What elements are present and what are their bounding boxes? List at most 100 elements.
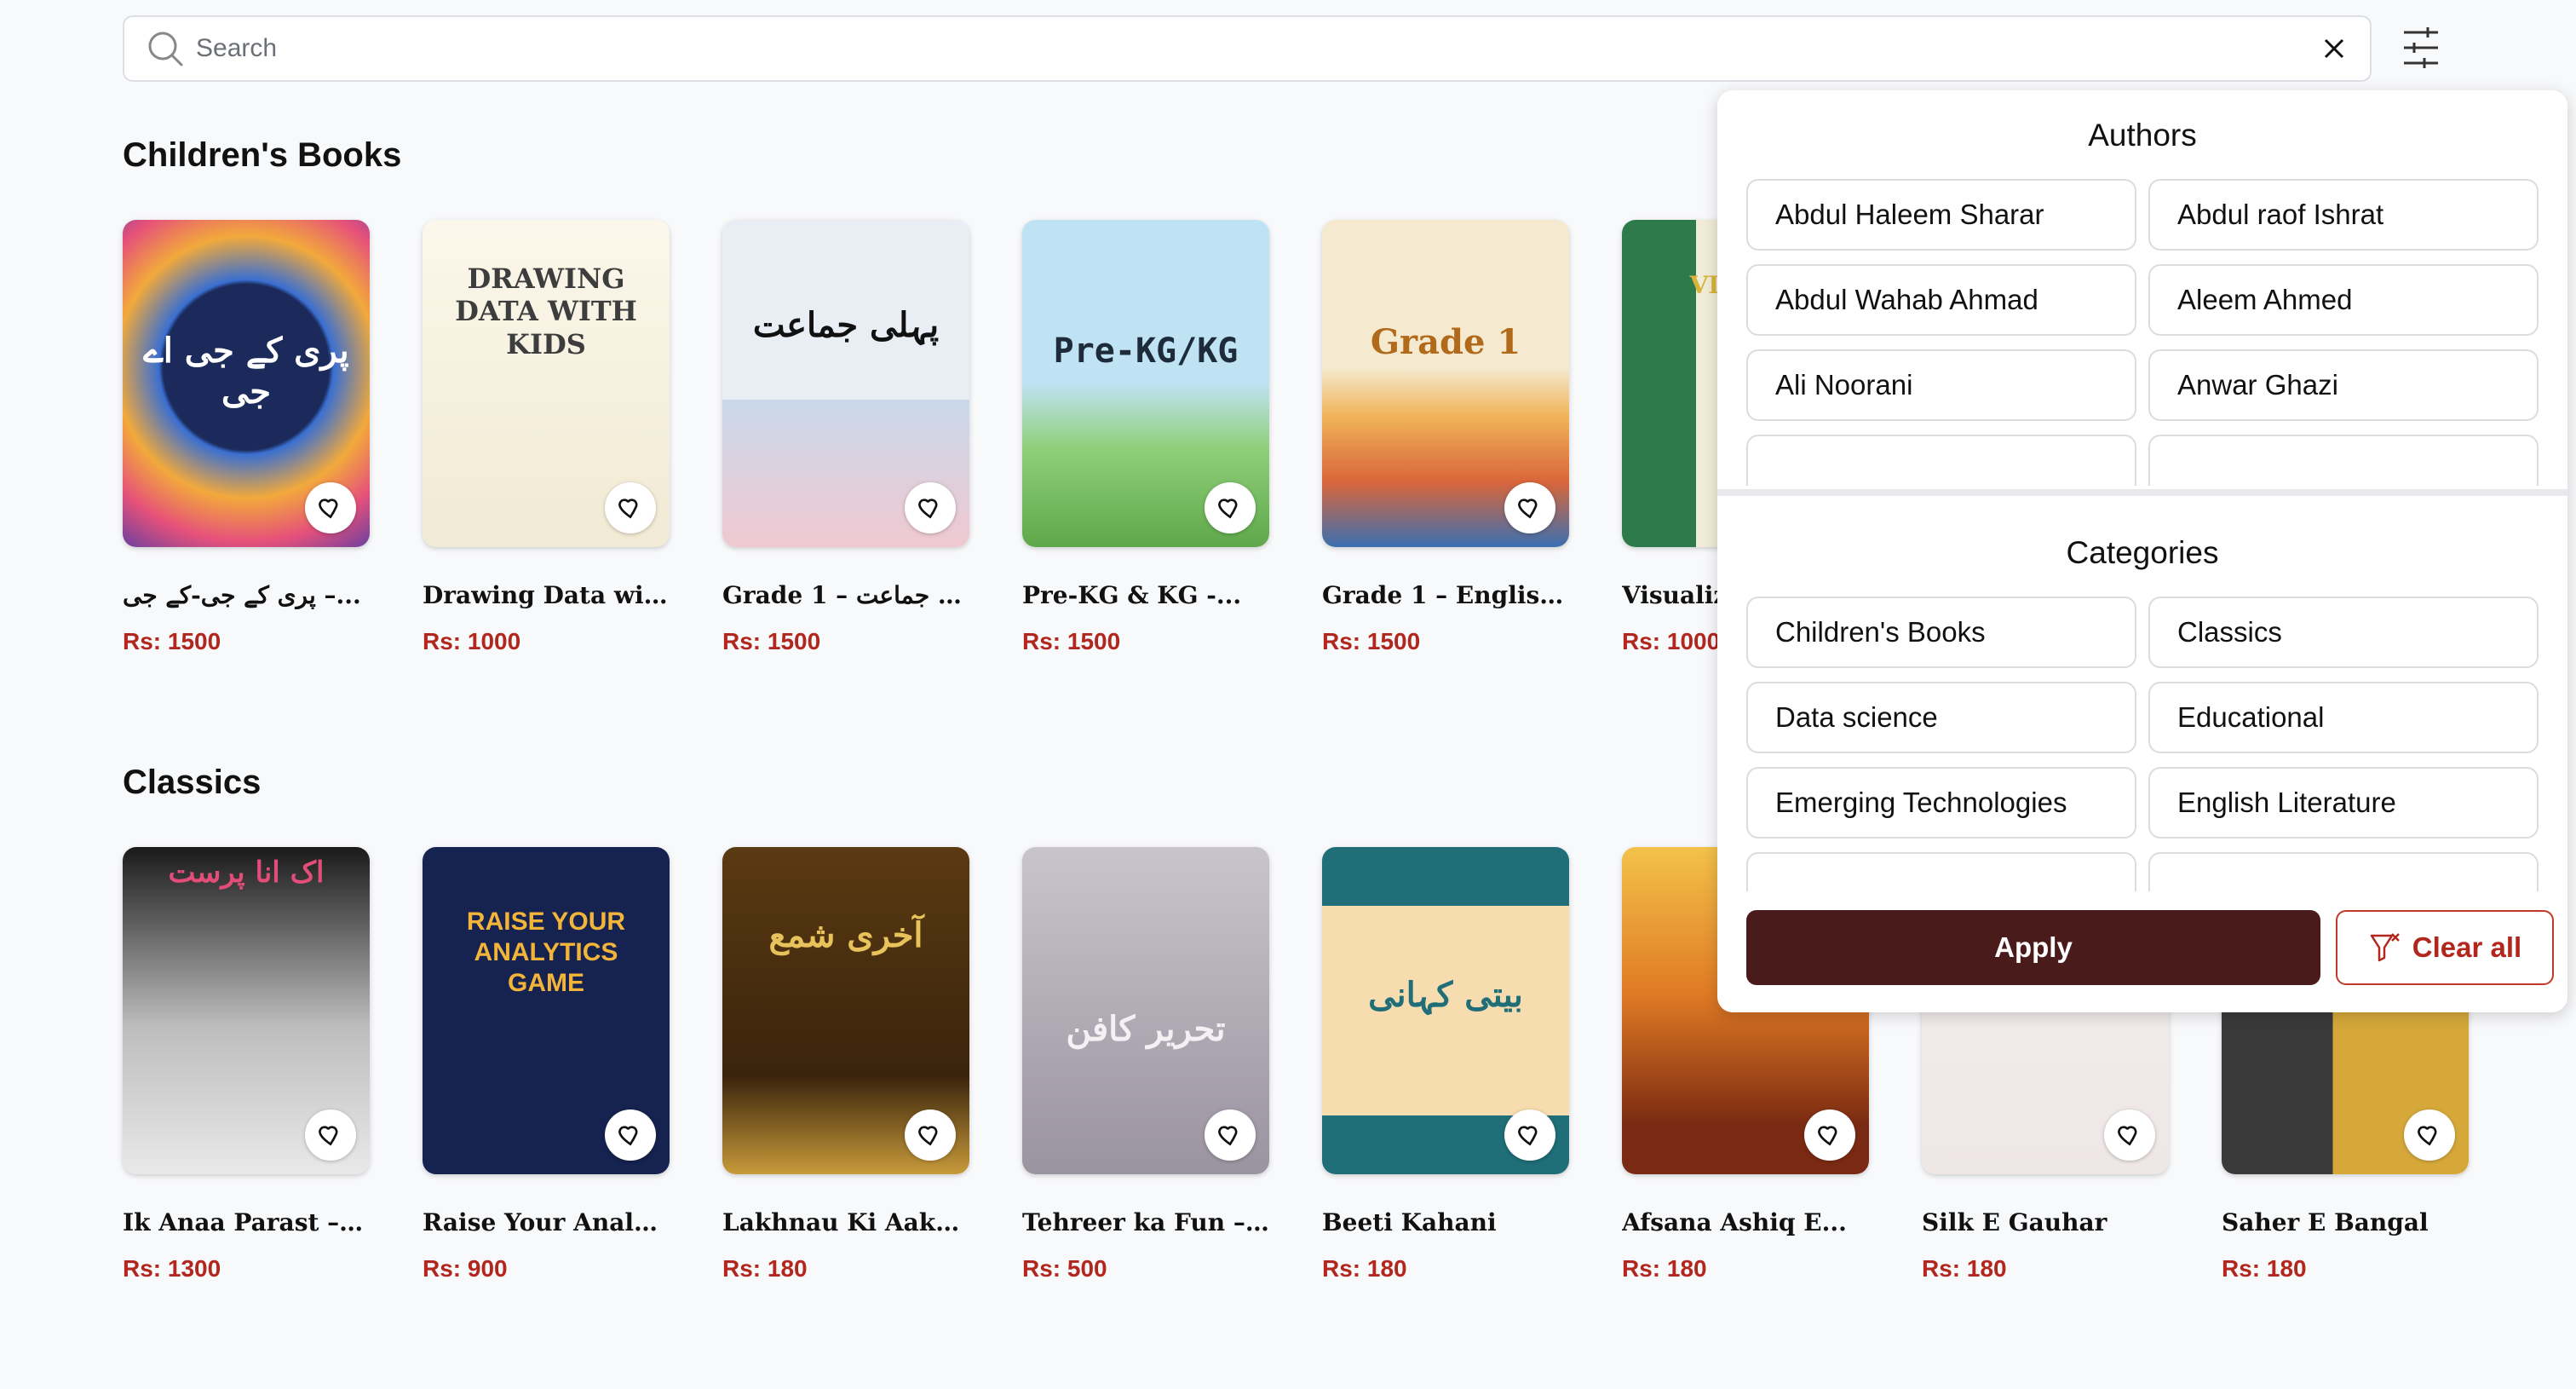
book-card[interactable]: اک انا پرست Ik Anaa Parast – اک... Rs: 1…	[123, 847, 370, 1282]
book-cover[interactable]: آخری شمع	[722, 847, 969, 1174]
authors-heading: Authors	[2088, 118, 2197, 153]
book-title[interactable]: Beeti Kahani	[1322, 1208, 1569, 1236]
favorite-button[interactable]	[905, 1109, 956, 1161]
book-title[interactable]: Silk E Gauhar	[1922, 1208, 2169, 1236]
book-title[interactable]: Grade 1 – English...	[1322, 581, 1569, 609]
authors-list[interactable]: Abdul Haleem Sharar Abdul raof Ishrat Ab…	[1746, 179, 2539, 486]
favorite-button[interactable]	[2104, 1109, 2155, 1161]
cover-text: پہلی جماعت	[752, 305, 940, 345]
book-title[interactable]: Ik Anaa Parast – اک...	[123, 1208, 370, 1236]
book-cover[interactable]: اک انا پرست	[123, 847, 370, 1174]
search-bar[interactable]: Search	[123, 15, 2372, 82]
author-chip[interactable]: Aleem Ahmed	[2148, 264, 2539, 336]
book-price: Rs: 180	[1622, 1255, 1707, 1282]
search-input[interactable]: Search	[196, 34, 277, 63]
favorite-button[interactable]	[605, 482, 656, 533]
favorite-button[interactable]	[2404, 1109, 2455, 1161]
book-price: Rs: 1500	[123, 628, 221, 654]
book-title[interactable]: Afsana Ashiq E...	[1622, 1208, 1869, 1236]
favorite-button[interactable]	[1504, 1109, 1555, 1161]
favorite-button[interactable]	[905, 482, 956, 533]
author-chip[interactable]: Abdul raof Ishrat	[2148, 179, 2539, 251]
category-chip[interactable]	[1746, 852, 2136, 891]
categories-heading: Categories	[2066, 535, 2219, 570]
book-title[interactable]: Tehreer ka Fun –...	[1022, 1208, 1269, 1236]
book-cover[interactable]: RAISE YOUR ANALYTICS GAME	[423, 847, 670, 1174]
favorite-button[interactable]	[1205, 482, 1256, 533]
favorite-button[interactable]	[305, 1109, 356, 1161]
author-chip[interactable]	[2148, 435, 2539, 486]
book-card[interactable]: آخری شمع Lakhnau Ki Aakhri... Rs: 180	[722, 847, 969, 1282]
categories-list[interactable]: Children's Books Classics Data science E…	[1746, 597, 2539, 891]
book-title[interactable]: Grade 1 – پہلی جماعت	[722, 581, 969, 609]
book-title[interactable]: Lakhnau Ki Aakhri...	[722, 1208, 969, 1236]
book-price: Rs: 180	[1922, 1255, 2007, 1282]
category-chip[interactable]: Children's Books	[1746, 597, 2136, 668]
book-cover[interactable]: DRAWING DATA WITH KIDS	[423, 220, 670, 547]
favorite-button[interactable]	[605, 1109, 656, 1161]
category-chip[interactable]: Emerging Technologies	[1746, 767, 2136, 839]
apply-button[interactable]: Apply	[1746, 910, 2320, 985]
book-price: Rs: 1500	[722, 628, 821, 654]
category-chip[interactable]: Educational	[2148, 682, 2539, 753]
author-chip[interactable]	[1746, 435, 2136, 486]
heart-icon	[1818, 1126, 1837, 1146]
favorite-button[interactable]	[305, 482, 356, 533]
book-cover[interactable]: Grade 1	[1322, 220, 1569, 547]
cover-text: اک انا پرست	[168, 856, 325, 890]
book-title[interactable]: Drawing Data with...	[423, 581, 670, 609]
favorite-button[interactable]	[1804, 1109, 1855, 1161]
category-chip[interactable]: Data science	[1746, 682, 2136, 753]
clear-search-button[interactable]	[2317, 32, 2351, 66]
favorite-button[interactable]	[1205, 1109, 1256, 1161]
book-card[interactable]: Pre-KG/KG Pre-KG & KG -... Rs: 1500	[1022, 220, 1269, 655]
heart-icon	[1518, 1126, 1538, 1146]
section-title-classics: Classics	[123, 764, 262, 801]
author-chip[interactable]: Abdul Haleem Sharar	[1746, 179, 2136, 251]
favorite-button[interactable]	[1504, 482, 1555, 533]
cover-text: Grade 1	[1370, 322, 1521, 362]
cover-text: RAISE YOUR ANALYTICS GAME	[466, 908, 626, 997]
cover-text: Pre-KG/KG	[1053, 331, 1239, 371]
heart-icon	[319, 1126, 338, 1146]
category-chip[interactable]	[2148, 852, 2539, 891]
clear-all-label: Clear all	[2412, 931, 2522, 963]
book-card[interactable]: Grade 1 Grade 1 – English... Rs: 1500	[1322, 220, 1569, 655]
book-card[interactable]: تحریر کافن Tehreer ka Fun –... Rs: 500	[1022, 847, 1269, 1282]
top-bar: Search	[0, 0, 2576, 94]
heart-icon	[1218, 499, 1238, 519]
book-price: Rs: 1000	[423, 628, 521, 654]
book-title[interactable]: پری کے جی-کے جی –...	[123, 581, 370, 609]
cover-text: تحریر کافن	[1066, 1009, 1226, 1049]
filter-clear-icon	[2370, 933, 2400, 962]
book-card[interactable]: RAISE YOUR ANALYTICS GAME Raise Your Ana…	[423, 847, 670, 1282]
book-price: Rs: 1500	[1322, 628, 1421, 654]
author-chip[interactable]: Abdul Wahab Ahmad	[1746, 264, 2136, 336]
book-cover[interactable]: پری کے جی اے جی	[123, 220, 370, 547]
heart-icon	[618, 1126, 638, 1146]
cover-text: پری کے جی اے جی	[143, 331, 349, 412]
book-card[interactable]: پہلی جماعت Grade 1 – پہلی جماعت Rs: 1500	[722, 220, 969, 655]
book-title[interactable]: Raise Your Analyti...	[423, 1208, 670, 1236]
heart-icon	[1518, 499, 1538, 519]
section-title-childrens-books: Children's Books	[123, 136, 402, 174]
search-icon	[148, 32, 183, 66]
book-card[interactable]: DRAWING DATA WITH KIDS Drawing Data with…	[423, 220, 670, 655]
book-cover[interactable]: بیتی کہانی	[1322, 847, 1569, 1174]
book-card[interactable]: پری کے جی اے جی پری کے جی-کے جی –... Rs:…	[123, 220, 370, 655]
book-title[interactable]: Saher E Bangal	[2222, 1208, 2469, 1236]
book-cover[interactable]: پہلی جماعت	[722, 220, 969, 547]
book-cover[interactable]: Pre-KG/KG	[1022, 220, 1269, 547]
cover-text: بیتی کہانی	[1368, 975, 1523, 1015]
author-chip[interactable]: Ali Noorani	[1746, 349, 2136, 421]
book-title[interactable]: Pre-KG & KG -...	[1022, 581, 1269, 609]
book-card[interactable]: بیتی کہانی Beeti Kahani Rs: 180	[1322, 847, 1569, 1282]
author-chip[interactable]: Anwar Ghazi	[2148, 349, 2539, 421]
category-chip[interactable]: Classics	[2148, 597, 2539, 668]
sliders-icon[interactable]	[2401, 26, 2441, 70]
clear-all-button[interactable]: Clear all	[2336, 910, 2554, 985]
filter-panel: Authors Abdul Haleem Sharar Abdul raof I…	[1717, 90, 2567, 1012]
book-price: Rs: 1500	[1022, 628, 1121, 654]
category-chip[interactable]: English Literature	[2148, 767, 2539, 839]
book-cover[interactable]: تحریر کافن	[1022, 847, 1269, 1174]
